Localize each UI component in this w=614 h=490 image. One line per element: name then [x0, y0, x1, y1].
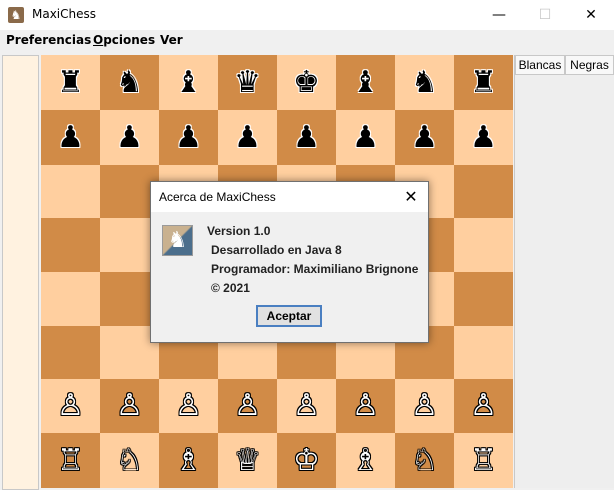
board-square-piece[interactable]: ♜ — [454, 55, 513, 110]
moves-panel: Blancas Negras — [514, 55, 614, 488]
board-square-piece[interactable]: ♙ — [159, 379, 218, 433]
board-square-piece[interactable]: ♞ — [100, 55, 159, 110]
copyright-label: © 2021 — [211, 281, 250, 295]
dialog-close-icon[interactable]: ✕ — [400, 186, 422, 208]
board-square-piece[interactable]: ♚ — [277, 55, 336, 110]
board-square-piece[interactable]: ♟ — [41, 110, 100, 165]
board-square-piece[interactable]: ♙ — [100, 379, 159, 433]
menubar: Preferencias Opciones Ver — [0, 30, 614, 52]
board-square[interactable] — [41, 272, 100, 326]
board-square[interactable] — [41, 326, 100, 379]
menu-opciones-mnemonic: O — [93, 33, 104, 47]
board-square-piece[interactable]: ♙ — [336, 379, 395, 433]
board-square[interactable] — [454, 326, 513, 379]
board-square[interactable] — [454, 272, 513, 326]
board-square-piece[interactable]: ♙ — [41, 379, 100, 433]
board-square-piece[interactable]: ♟ — [100, 110, 159, 165]
board-square-piece[interactable]: ♝ — [336, 55, 395, 110]
board-square-piece[interactable]: ♙ — [218, 379, 277, 433]
board-square-piece[interactable]: ♘ — [100, 433, 159, 488]
chess-knight-icon: ♞ — [8, 7, 24, 23]
window-title: MaxiChess — [32, 7, 97, 21]
board-square-piece[interactable]: ♙ — [454, 379, 513, 433]
window-titlebar[interactable]: ♞ MaxiChess — ☐ ✕ — [0, 0, 614, 30]
board-square-piece[interactable]: ♜ — [41, 55, 100, 110]
minimize-button[interactable]: — — [476, 0, 522, 30]
board-square[interactable] — [454, 218, 513, 272]
board-square-piece[interactable]: ♝ — [159, 55, 218, 110]
dialog-titlebar[interactable]: Acerca de MaxiChess ✕ — [151, 182, 428, 212]
board-square-piece[interactable]: ♟ — [218, 110, 277, 165]
board-square-piece[interactable]: ♔ — [277, 433, 336, 488]
board-square[interactable] — [41, 165, 100, 218]
captured-pieces-panel — [2, 55, 39, 490]
board-square-piece[interactable]: ♟ — [159, 110, 218, 165]
board-square[interactable] — [454, 165, 513, 218]
board-square-piece[interactable]: ♟ — [336, 110, 395, 165]
accept-button[interactable]: Aceptar — [256, 305, 322, 327]
board-square[interactable] — [41, 218, 100, 272]
column-header-negras[interactable]: Negras — [565, 55, 614, 75]
board-square-piece[interactable]: ♘ — [395, 433, 454, 488]
menu-preferencias[interactable]: Preferencias — [6, 33, 91, 47]
board-square-piece[interactable]: ♕ — [218, 433, 277, 488]
board-square-piece[interactable]: ♟ — [277, 110, 336, 165]
board-square-piece[interactable]: ♖ — [454, 433, 513, 488]
menu-opciones-rest: pciones — [103, 33, 156, 47]
menu-opciones[interactable]: Opciones — [93, 33, 155, 47]
version-label: Version 1.0 — [207, 224, 271, 238]
chess-knight-icon: ♞ — [162, 225, 193, 256]
board-square-piece[interactable]: ♗ — [159, 433, 218, 488]
board-square-piece[interactable]: ♟ — [395, 110, 454, 165]
language-label: Desarrollado en Java 8 — [211, 243, 342, 257]
board-square-piece[interactable]: ♙ — [395, 379, 454, 433]
maximize-button[interactable]: ☐ — [522, 0, 568, 30]
programmer-label: Programador: Maximiliano Brignone — [211, 262, 419, 276]
board-square-piece[interactable]: ♛ — [218, 55, 277, 110]
column-header-blancas[interactable]: Blancas — [515, 55, 565, 75]
board-square-piece[interactable]: ♟ — [454, 110, 513, 165]
board-square-piece[interactable]: ♗ — [336, 433, 395, 488]
about-dialog: Acerca de MaxiChess ✕ ♞ Version 1.0 Desa… — [150, 181, 429, 343]
board-square-piece[interactable]: ♞ — [395, 55, 454, 110]
menu-ver[interactable]: Ver — [160, 33, 183, 47]
board-square-piece[interactable]: ♙ — [277, 379, 336, 433]
close-button[interactable]: ✕ — [568, 0, 614, 30]
board-square-piece[interactable]: ♖ — [41, 433, 100, 488]
dialog-title: Acerca de MaxiChess — [159, 190, 276, 204]
